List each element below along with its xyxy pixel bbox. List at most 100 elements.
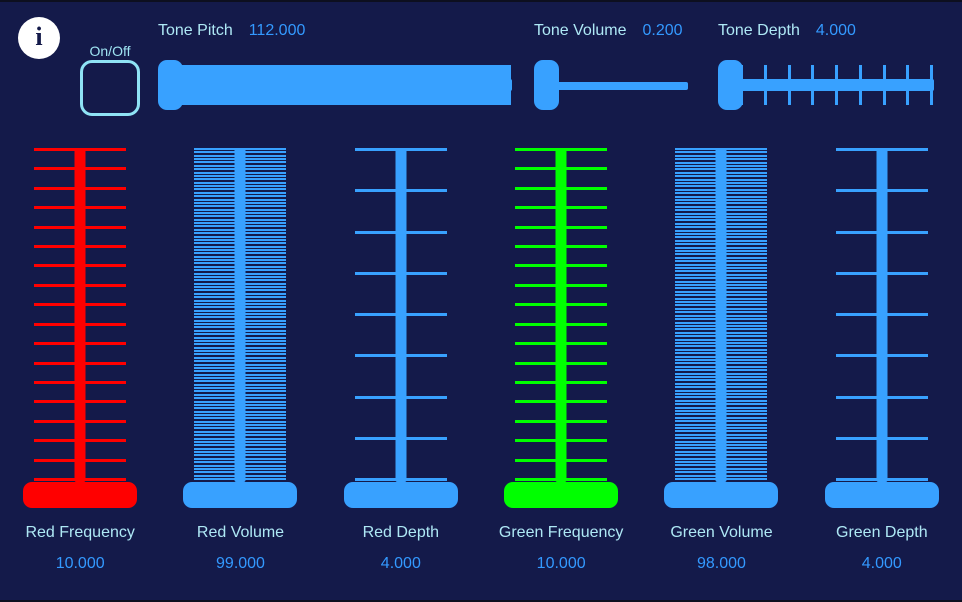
- tick-mark: [675, 216, 722, 219]
- tick-mark: [240, 471, 287, 474]
- tone-slider-control[interactable]: [534, 54, 688, 116]
- channel-slider-track[interactable]: [234, 148, 246, 482]
- tick-mark: [515, 148, 562, 151]
- tick-mark: [240, 222, 287, 225]
- channel-slider-control[interactable]: [175, 140, 305, 508]
- tick-mark: [227, 90, 231, 105]
- tick-mark: [372, 65, 376, 80]
- tick-mark: [240, 417, 287, 420]
- tick-mark: [721, 202, 768, 205]
- tick-mark: [561, 167, 608, 171]
- tone-slider-handle[interactable]: [718, 60, 743, 110]
- tick-mark: [194, 148, 241, 150]
- channel-slider-track[interactable]: [715, 148, 727, 482]
- tick-mark: [675, 188, 722, 191]
- tick-mark: [80, 264, 127, 268]
- channel-slider-control[interactable]: [336, 140, 466, 508]
- tick-mark: [675, 382, 722, 385]
- channel-slider-track[interactable]: [395, 148, 407, 482]
- info-icon[interactable]: i: [18, 17, 60, 59]
- channel-slider-handle[interactable]: [23, 482, 138, 508]
- tick-mark: [240, 326, 287, 329]
- tick-mark: [400, 395, 447, 399]
- tick-mark: [721, 294, 768, 297]
- channel-slider-control[interactable]: [656, 140, 786, 508]
- tick-mark: [194, 249, 241, 252]
- tick-mark: [34, 478, 81, 481]
- tick-mark: [209, 90, 213, 105]
- tick-mark: [472, 90, 476, 105]
- tick-mark: [357, 65, 361, 80]
- tick-mark: [721, 284, 768, 287]
- tick-mark: [675, 416, 722, 419]
- tick-mark: [675, 192, 722, 195]
- tick-mark: [194, 343, 241, 346]
- tick-mark: [721, 420, 768, 423]
- tick-mark: [240, 181, 287, 184]
- tick-mark: [400, 271, 447, 275]
- channel-slider-label: Green Depth: [836, 524, 928, 541]
- tone-slider-label: Tone Volume: [534, 22, 627, 39]
- tick-mark: [240, 161, 287, 164]
- channel-slider-handle[interactable]: [824, 482, 939, 508]
- tick-mark: [721, 222, 768, 225]
- tick-mark: [80, 478, 127, 481]
- channel-slider-control[interactable]: [15, 140, 145, 508]
- channel-slider-track[interactable]: [74, 148, 86, 482]
- channel-slider-control[interactable]: [817, 140, 947, 508]
- tick-mark: [194, 420, 241, 423]
- tone-slider-control[interactable]: [718, 54, 934, 116]
- tick-mark: [240, 211, 287, 214]
- tick-mark: [240, 478, 287, 480]
- tick-mark: [34, 264, 81, 268]
- tick-mark: [194, 350, 241, 353]
- tick-mark: [675, 348, 722, 351]
- channel-slider-handle[interactable]: [183, 482, 298, 508]
- tick-mark: [194, 168, 241, 171]
- tick-mark: [675, 440, 722, 443]
- tick-mark: [240, 289, 287, 292]
- tick-mark: [400, 478, 447, 481]
- tone-slider-pitch: Tone Pitch 112.000: [158, 22, 512, 116]
- channel-slider-track[interactable]: [876, 148, 888, 482]
- tick-mark: [515, 283, 562, 287]
- tick-mark: [240, 420, 287, 423]
- channel-slider-handle[interactable]: [664, 482, 779, 508]
- tick-mark: [721, 212, 768, 215]
- tick-mark: [240, 464, 287, 467]
- tick-mark: [194, 383, 241, 386]
- tick-mark: [460, 90, 464, 105]
- tick-mark: [200, 90, 204, 105]
- power-toggle-button[interactable]: [80, 60, 140, 116]
- tone-slider-control[interactable]: [158, 54, 512, 116]
- tick-mark: [194, 376, 241, 379]
- tick-mark: [377, 90, 381, 105]
- tick-mark: [194, 208, 241, 211]
- tick-mark: [194, 259, 241, 262]
- tick-mark: [721, 199, 768, 202]
- tick-mark: [400, 230, 447, 234]
- channel-slider-handle[interactable]: [504, 482, 619, 508]
- tick-mark: [240, 201, 287, 204]
- tick-mark: [304, 65, 308, 80]
- channel-slider-handle[interactable]: [343, 482, 458, 508]
- tone-slider-track[interactable]: [158, 79, 512, 91]
- tick-mark: [310, 65, 314, 80]
- tone-slider-handle[interactable]: [158, 60, 183, 110]
- channel-slider-control[interactable]: [496, 140, 626, 508]
- tone-slider-handle[interactable]: [534, 60, 559, 110]
- channel-slider-track[interactable]: [555, 148, 567, 482]
- tick-mark: [292, 90, 296, 105]
- tick-mark: [298, 65, 302, 80]
- tick-mark: [835, 313, 882, 316]
- tick-mark: [194, 427, 241, 430]
- tone-slider-track[interactable]: [718, 79, 934, 91]
- tick-mark: [194, 424, 241, 427]
- tick-mark: [289, 65, 293, 80]
- tick-mark: [240, 434, 287, 437]
- tick-mark: [881, 189, 928, 193]
- tick-mark: [80, 458, 127, 462]
- tick-mark: [250, 65, 254, 80]
- tick-mark: [675, 307, 722, 310]
- tick-mark: [268, 65, 272, 80]
